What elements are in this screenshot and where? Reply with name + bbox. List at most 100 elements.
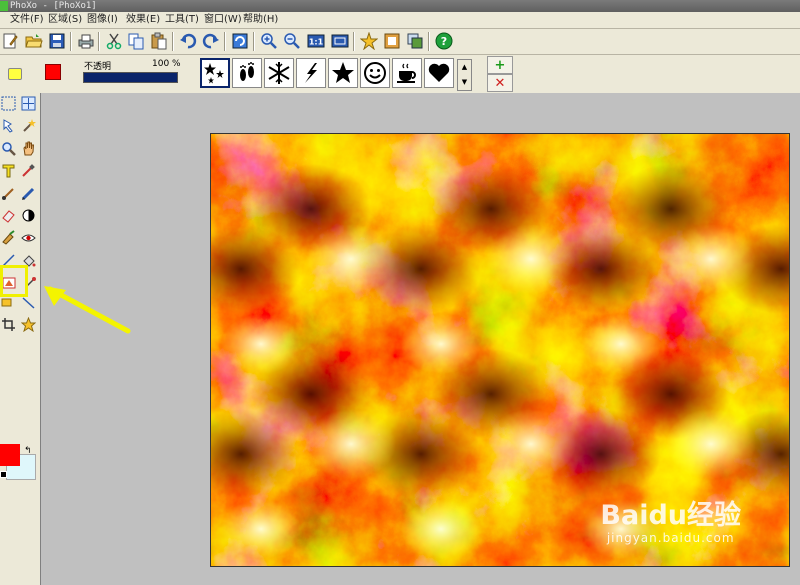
brush-heart[interactable] <box>424 58 454 88</box>
menu-bar: 文件(F) 区域(S) 图像(I) 效果(E) 工具(T) 窗口(W) 帮助(H… <box>0 12 800 29</box>
move-tool[interactable] <box>20 95 36 111</box>
fit-window-button[interactable] <box>330 31 350 51</box>
menu-file[interactable]: 文件(F) <box>10 13 44 27</box>
fit-window-icon <box>331 34 349 48</box>
lasso-tool[interactable] <box>0 117 16 133</box>
brush-lightning[interactable] <box>296 58 326 88</box>
print-icon <box>78 34 94 49</box>
clone-tool[interactable] <box>0 229 16 245</box>
actual-size-icon: 1:1 <box>307 34 325 48</box>
brush-smiley[interactable] <box>360 58 390 88</box>
paste-button[interactable] <box>149 31 169 51</box>
eyedropper-icon <box>21 163 35 177</box>
stamp-icon <box>1 229 15 245</box>
brush-footprints[interactable] <box>232 58 262 88</box>
magic-wand-tool[interactable] <box>20 117 36 133</box>
open-file-button[interactable] <box>24 31 44 51</box>
rect-select-icon <box>1 96 15 110</box>
eraser-icon <box>1 209 15 223</box>
refresh-button[interactable] <box>230 31 250 51</box>
image-canvas[interactable]: Baidu经验 jingyan.baidu.com <box>210 133 790 567</box>
title-bar: PhoXo - [PhoXo1] <box>0 0 800 12</box>
watermark: Baidu经验 jingyan.baidu.com <box>600 500 741 546</box>
hand-icon <box>22 141 34 155</box>
crop-tool[interactable] <box>0 316 16 332</box>
stars-icon <box>204 63 224 84</box>
frame-button[interactable] <box>382 31 402 51</box>
eye-icon <box>20 234 36 241</box>
watermark-url: jingyan.baidu.com <box>606 531 735 545</box>
brush-teacup[interactable] <box>392 58 422 88</box>
brush-snowflake[interactable] <box>264 58 294 88</box>
menu-tools[interactable]: 工具(T) <box>165 13 199 27</box>
watermark-logo: Baidu经验 <box>600 500 741 531</box>
zoom-in-icon <box>261 33 277 49</box>
app-icon <box>0 1 8 11</box>
default-colors-icon[interactable] <box>0 471 7 478</box>
rect-select-tool[interactable] <box>0 95 16 111</box>
layer-button[interactable] <box>405 31 425 51</box>
help-button[interactable]: ? <box>434 31 454 51</box>
refresh-icon <box>232 33 248 49</box>
zoom-tool[interactable] <box>0 140 16 156</box>
swap-colors-icon[interactable]: ↰ <box>24 446 32 456</box>
magic-wand-icon <box>22 118 36 132</box>
menu-help[interactable]: 帮助(H) <box>243 13 278 27</box>
spin-up-icon[interactable]: ▲ <box>458 60 471 75</box>
menu-effects[interactable]: 效果(E) <box>126 13 160 27</box>
annotation-arrow-icon <box>44 286 131 334</box>
close-icon: ✕ <box>494 75 506 91</box>
zoom-out-button[interactable] <box>282 31 302 51</box>
add-brush-button[interactable]: + <box>487 56 513 74</box>
spin-down-icon[interactable]: ▼ <box>458 75 471 90</box>
menu-selection[interactable]: 区域(S) <box>48 13 82 27</box>
hand-tool[interactable] <box>20 140 36 156</box>
lightning-icon <box>305 63 317 83</box>
opacity-value: 100 % <box>152 59 181 69</box>
brush-scroll-spinner[interactable]: ▲ ▼ <box>457 59 472 91</box>
note-icon <box>8 68 22 80</box>
shape-tool[interactable] <box>20 316 36 332</box>
opacity-slider[interactable] <box>83 72 178 83</box>
opacity-slider-fill <box>84 73 177 82</box>
undo-button[interactable] <box>178 31 198 51</box>
brush-stars[interactable] <box>200 58 230 88</box>
pencil-tool[interactable] <box>20 185 36 201</box>
plus-icon: + <box>494 57 506 73</box>
brush-color-swatch[interactable] <box>45 64 61 80</box>
save-icon <box>49 33 65 49</box>
foreground-color-swatch[interactable] <box>0 444 20 466</box>
brush-tool[interactable] <box>0 185 16 201</box>
menu-image[interactable]: 图像(I) <box>87 13 118 27</box>
text-tool[interactable] <box>0 162 16 178</box>
contrast-tool[interactable] <box>20 207 36 223</box>
text-icon <box>2 164 14 177</box>
brush-property-bar: 不透明 100 % ▲ ▼ + ✕ <box>0 55 800 94</box>
redo-icon <box>202 33 219 49</box>
help-icon: ? <box>435 32 453 50</box>
cut-icon <box>106 33 122 50</box>
favorite-button[interactable] <box>359 31 379 51</box>
copy-button[interactable] <box>126 31 146 51</box>
zoom-in-button[interactable] <box>259 31 279 51</box>
delete-brush-button[interactable]: ✕ <box>487 74 513 92</box>
actual-size-button[interactable]: 1:1 <box>306 31 326 51</box>
svg-text:?: ? <box>441 35 447 48</box>
brush-star[interactable] <box>328 58 358 88</box>
menu-window[interactable]: 窗口(W) <box>204 13 242 27</box>
star-icon <box>332 62 354 83</box>
new-file-button[interactable] <box>0 31 20 51</box>
print-button[interactable] <box>76 31 96 51</box>
heart-icon <box>428 63 450 82</box>
layer-icon <box>407 33 423 49</box>
cut-button[interactable] <box>104 31 124 51</box>
actual-size-label: 1:1 <box>309 38 324 47</box>
red-eye-tool[interactable] <box>20 229 36 245</box>
teacup-icon <box>397 63 416 83</box>
save-button[interactable] <box>47 31 67 51</box>
redo-button[interactable] <box>201 31 221 51</box>
eyedropper-tool[interactable] <box>20 162 36 178</box>
smiley-icon <box>364 62 386 84</box>
pencil-icon <box>21 187 34 200</box>
eraser-tool[interactable] <box>0 207 16 223</box>
